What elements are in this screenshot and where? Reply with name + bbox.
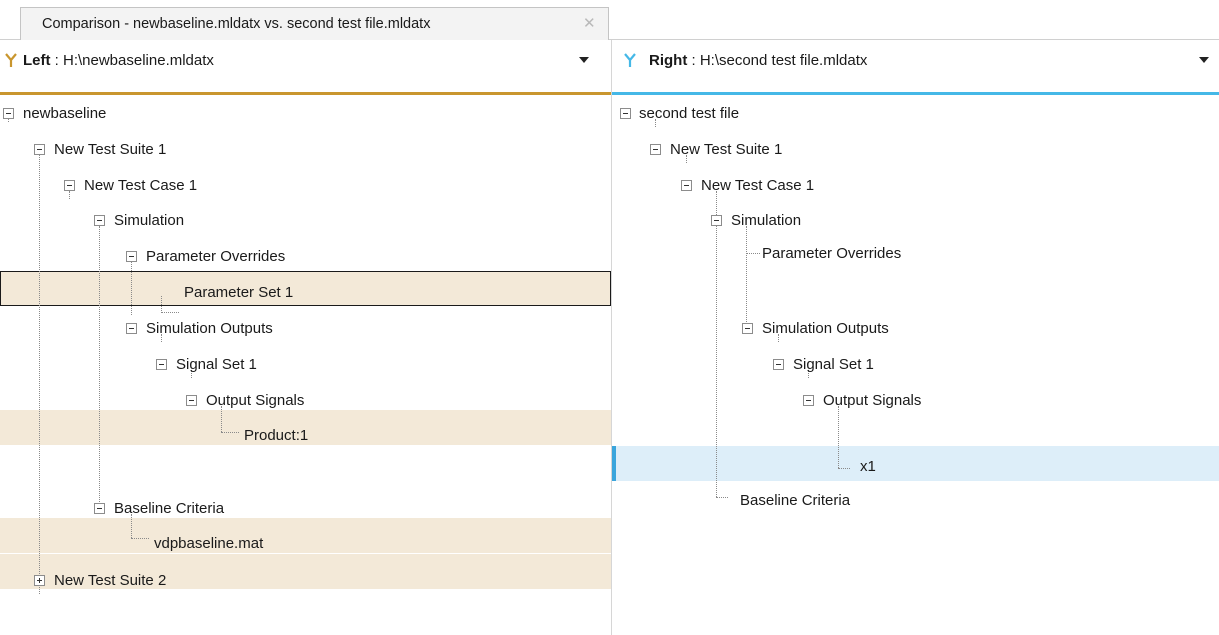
tree-line bbox=[8, 119, 9, 122]
collapse-toggle-icon[interactable] bbox=[650, 144, 661, 155]
added-row[interactable] bbox=[612, 446, 1219, 481]
tree-node-signal[interactable]: Product:1 bbox=[244, 427, 308, 445]
tree-node-baseline-file[interactable]: vdpbaseline.mat bbox=[154, 535, 263, 553]
tree-node-simulation-outputs[interactable]: Simulation Outputs bbox=[146, 320, 273, 338]
tree-node-test-suite[interactable]: New Test Suite 2 bbox=[54, 572, 166, 590]
collapse-toggle-icon[interactable] bbox=[64, 180, 75, 191]
tab-strip-border bbox=[609, 7, 1219, 40]
right-file-dropdown-icon[interactable] bbox=[1199, 57, 1209, 63]
collapse-toggle-icon[interactable] bbox=[681, 180, 692, 191]
right-accent-line bbox=[612, 92, 1219, 95]
tab-strip: Comparison - newbaseline.mldatx vs. seco… bbox=[0, 0, 1219, 40]
tree-node-test-suite[interactable]: New Test Suite 1 bbox=[670, 141, 782, 159]
tree-line bbox=[131, 262, 132, 315]
right-pane: Right : H:\second test file.mldatx secon… bbox=[611, 40, 1219, 635]
left-accent-line bbox=[0, 92, 611, 95]
close-tab-icon[interactable]: ✕ bbox=[583, 14, 596, 32]
changed-row[interactable] bbox=[0, 518, 611, 553]
tree-node-test-case[interactable]: New Test Case 1 bbox=[84, 177, 197, 195]
collapse-toggle-icon[interactable] bbox=[620, 108, 631, 119]
collapse-toggle-icon[interactable] bbox=[711, 215, 722, 226]
tree-node-signal-set[interactable]: Signal Set 1 bbox=[793, 356, 874, 374]
tree-node-test-case[interactable]: New Test Case 1 bbox=[701, 177, 814, 195]
collapse-toggle-icon[interactable] bbox=[126, 251, 137, 262]
left-file-dropdown-icon[interactable] bbox=[579, 57, 589, 63]
tree-line bbox=[131, 538, 149, 539]
tree-node-simulation[interactable]: Simulation bbox=[114, 212, 184, 230]
left-pane: Left : H:\newbaseline.mldatx newbaseline… bbox=[0, 40, 611, 635]
tree-node-parameter-set[interactable]: Parameter Set 1 bbox=[184, 284, 293, 302]
tree-line bbox=[69, 191, 70, 199]
collapse-toggle-icon[interactable] bbox=[742, 323, 753, 334]
tree-node-output-signals[interactable]: Output Signals bbox=[823, 392, 921, 410]
tree-line bbox=[161, 312, 179, 313]
tree-node-test-suite[interactable]: New Test Suite 1 bbox=[54, 141, 166, 159]
tree-line bbox=[746, 253, 760, 254]
tree-line bbox=[221, 432, 239, 433]
collapse-toggle-icon[interactable] bbox=[186, 395, 197, 406]
right-pane-header[interactable]: Right : H:\second test file.mldatx bbox=[612, 50, 1219, 84]
expand-toggle-icon[interactable] bbox=[34, 575, 45, 586]
tree-node-signal[interactable]: x1 bbox=[860, 458, 876, 476]
tree-line bbox=[161, 296, 162, 311]
tree-node-signal-set[interactable]: Signal Set 1 bbox=[176, 356, 257, 374]
collapse-toggle-icon[interactable] bbox=[94, 503, 105, 514]
tree-line bbox=[99, 226, 100, 502]
collapse-toggle-icon[interactable] bbox=[803, 395, 814, 406]
change-marker bbox=[612, 446, 616, 481]
tree-node-root[interactable]: second test file bbox=[639, 105, 739, 123]
comparison-tab[interactable]: Comparison - newbaseline.mldatx vs. seco… bbox=[20, 7, 609, 40]
collapse-toggle-icon[interactable] bbox=[3, 108, 14, 119]
tree-node-root[interactable]: newbaseline bbox=[23, 105, 106, 123]
tree-line bbox=[716, 191, 717, 497]
collapse-toggle-icon[interactable] bbox=[126, 323, 137, 334]
tab-strip-border bbox=[0, 7, 20, 40]
tree-node-baseline-criteria[interactable]: Baseline Criteria bbox=[114, 500, 224, 518]
left-pane-header[interactable]: Left : H:\newbaseline.mldatx bbox=[0, 50, 611, 84]
tree-line bbox=[838, 406, 839, 468]
left-file-label: Left : H:\newbaseline.mldatx bbox=[23, 52, 214, 69]
selected-row[interactable] bbox=[0, 271, 611, 306]
tree-line bbox=[838, 468, 850, 469]
collapse-toggle-icon[interactable] bbox=[34, 144, 45, 155]
merge-branch-icon bbox=[624, 53, 636, 67]
tree-line bbox=[746, 226, 747, 322]
collapse-toggle-icon[interactable] bbox=[773, 359, 784, 370]
right-file-label: Right : H:\second test file.mldatx bbox=[649, 52, 868, 69]
collapse-toggle-icon[interactable] bbox=[94, 215, 105, 226]
merge-branch-icon bbox=[5, 53, 17, 67]
collapse-toggle-icon[interactable] bbox=[156, 359, 167, 370]
tree-node-parameter-overrides[interactable]: Parameter Overrides bbox=[762, 245, 901, 263]
tab-title[interactable]: Comparison - newbaseline.mldatx vs. seco… bbox=[42, 16, 430, 32]
tree-node-baseline-criteria[interactable]: Baseline Criteria bbox=[740, 492, 850, 510]
tree-line bbox=[39, 155, 40, 594]
tree-line bbox=[716, 497, 728, 498]
tree-node-simulation-outputs[interactable]: Simulation Outputs bbox=[762, 320, 889, 338]
tree-node-simulation[interactable]: Simulation bbox=[731, 212, 801, 230]
tree-node-output-signals[interactable]: Output Signals bbox=[206, 392, 304, 410]
tree-node-parameter-overrides[interactable]: Parameter Overrides bbox=[146, 248, 285, 266]
